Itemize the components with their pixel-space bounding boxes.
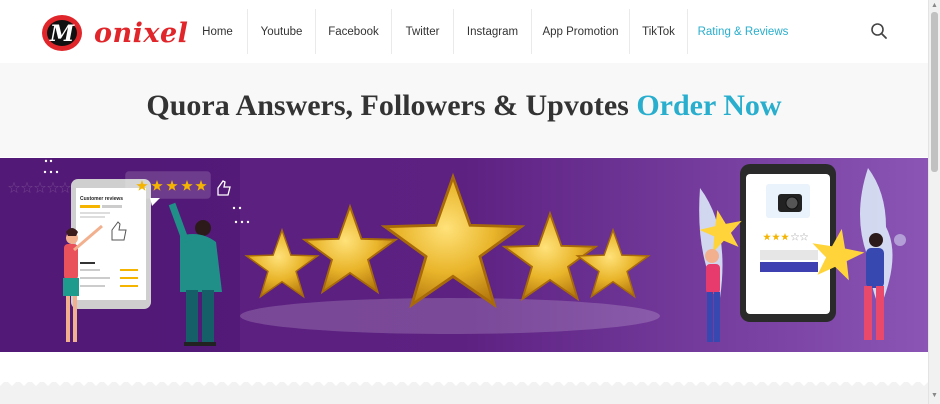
product-phone-illustration xyxy=(740,164,836,322)
nav-facebook[interactable]: Facebook xyxy=(316,9,392,54)
scrollbar-thumb[interactable] xyxy=(931,12,938,172)
logo-text: onixel xyxy=(94,18,189,49)
page-title-text: Quora Answers, Followers & Upvotes xyxy=(146,89,629,122)
order-now-link[interactable]: Order Now xyxy=(636,89,781,122)
nav-tiktok[interactable]: TikTok xyxy=(630,9,688,54)
page-title: Quora Answers, Followers & Upvotes Order… xyxy=(0,89,928,123)
zigzag-divider xyxy=(0,374,928,404)
nav-instagram[interactable]: Instagram xyxy=(454,9,532,54)
nav-home[interactable]: Home xyxy=(188,9,248,54)
scroll-up-arrow-icon[interactable]: ▲ xyxy=(931,2,938,9)
nav-youtube[interactable]: Youtube xyxy=(248,9,316,54)
rating-banner: Customer reviews xyxy=(0,158,928,352)
banner-illustration: Customer reviews xyxy=(0,158,928,352)
main-nav: Home Youtube Facebook Twitter Instagram App P… xyxy=(188,9,798,54)
hero-title-band: Quora Answers, Followers & Upvotes Order… xyxy=(0,63,928,157)
review-card-title: Customer reviews xyxy=(80,196,123,202)
page-scrollbar[interactable]: ▲ ▼ xyxy=(928,0,940,404)
nav-app-promotion[interactable]: App Promotion xyxy=(532,9,630,54)
logo-letter: M xyxy=(49,21,75,47)
search-icon[interactable] xyxy=(870,22,888,40)
nav-twitter[interactable]: Twitter xyxy=(392,9,454,54)
scroll-down-arrow-icon[interactable]: ▼ xyxy=(931,392,938,399)
site-header: M onixel Home Youtube Facebook Twitter Insta… xyxy=(0,0,928,63)
nav-rating-reviews[interactable]: Rating & Reviews xyxy=(688,9,798,54)
site-logo[interactable]: M onixel xyxy=(40,11,188,53)
